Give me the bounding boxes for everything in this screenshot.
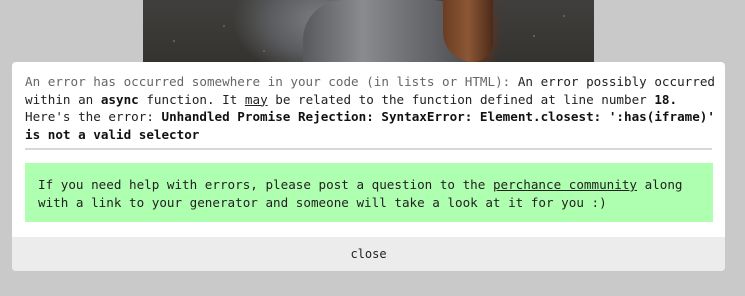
may-word: may — [244, 91, 268, 107]
error-message: An error has occurred somewhere in your … — [25, 73, 715, 143]
photo-speck — [263, 50, 265, 52]
background-photo — [143, 0, 594, 62]
async-keyword: async — [100, 91, 139, 107]
photo-speck — [533, 35, 535, 37]
photo-speck — [173, 40, 175, 42]
divider — [25, 148, 712, 150]
help-box: If you need help with errors, please pos… — [25, 163, 713, 222]
error-dialog: An error has occurred somewhere in your … — [12, 62, 725, 271]
photo-speck — [223, 25, 225, 27]
help-part1: If you need help with errors, please pos… — [38, 177, 493, 192]
error-part3: be related to the function defined at li… — [267, 91, 655, 107]
error-part2: function. It — [138, 91, 245, 107]
perchance-community-link[interactable]: perchance community — [493, 177, 637, 192]
line-number: 18. — [654, 91, 678, 107]
photo-speck — [563, 15, 565, 17]
error-intro: An error has occurred somewhere in your … — [25, 74, 518, 89]
photo-hair — [443, 0, 493, 62]
close-button[interactable]: close — [12, 237, 725, 271]
